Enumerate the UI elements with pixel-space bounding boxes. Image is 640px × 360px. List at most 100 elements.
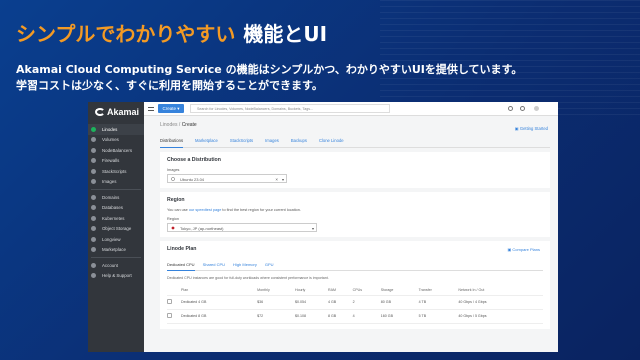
search-input[interactable]: Search for Linodes, Volumes, NodeBalance… [190,104,390,113]
column-header: Monthly [257,285,295,296]
sidebar-item-label: Domains [102,194,120,200]
image-icon [91,179,96,185]
table-cell: 4 TB [418,295,459,310]
sidebar-item-label: Linodes [102,126,118,132]
slide-description: Akamai Cloud Computing Service の機能はシンプルか… [16,62,616,94]
sidebar-item-domains[interactable]: Domains [88,192,144,203]
cloud-manager-screenshot: Create ▾ Search for Linodes, Volumes, No… [88,102,558,352]
sidebar-item-object-storage[interactable]: Object Storage [88,224,144,235]
domain-icon [91,194,96,200]
speedtest-link[interactable]: our speedtest page [189,208,222,212]
table-cell: $0.108 [294,309,328,324]
sidebar-item-label: NodeBalancers [102,147,133,153]
akamai-logo[interactable]: Akamai [88,102,144,124]
slide-title: シンプルでわかりやすい 機能とUI [16,18,327,47]
sidebar-item-label: Kubernetes [102,215,125,221]
stackscript-icon [91,168,96,174]
logo-text: Akamai [107,107,140,117]
avatar[interactable] [534,106,539,111]
nav-divider [91,257,141,258]
table-cell: 40 Gbps / 5 Gbps [458,309,543,324]
chevron-down-icon[interactable]: ▾ [282,177,284,182]
chevron-down-icon[interactable]: ▾ [312,226,314,231]
column-header: Plan [181,285,258,296]
plan-tabs: Dedicated CPU Shared CPU High Memory GPU [167,262,543,271]
table-cell: 40 Gbps / 4 Gbps [458,295,543,310]
slide-description-line-2: 学習コストは少なく、すぐに利用を開始することができます。 [16,79,323,92]
kubernetes-icon [91,215,96,221]
help-icon [91,273,96,279]
plan-table: Plan Monthly Hourly RAM CPUs Storage Transfer N… [167,285,543,324]
getting-started-link[interactable]: ▣ Getting Started [515,126,548,131]
compare-plans-label: Compare Plans [512,247,540,252]
table-cell: 160 GB [380,309,419,324]
sidebar-item-databases[interactable]: Databases [88,203,144,214]
plan-tab-high-memory[interactable]: High Memory [233,262,257,270]
plan-radio[interactable] [167,313,172,318]
sidebar-item-kubernetes[interactable]: Kubernetes [88,213,144,224]
sidebar-item-label: Images [102,179,117,185]
sidebar-item-marketplace[interactable]: Marketplace [88,245,144,256]
menu-icon[interactable] [148,107,154,111]
tab-distributions[interactable]: Distributions [160,138,184,148]
slide-description-line-1: Akamai Cloud Computing Service の機能はシンプルか… [16,63,523,76]
sidebar-item-firewalls[interactable]: Firewalls [88,156,144,167]
column-header: CPUs [352,285,381,296]
plan-heading: Linode Plan [167,246,197,252]
breadcrumb-parent[interactable]: Linodes [160,122,178,128]
sidebar-item-longview[interactable]: Longview [88,234,144,245]
clear-icon[interactable]: × [275,177,278,182]
storage-icon [91,226,96,232]
slide-title-rest: 機能とUI [243,22,328,46]
sidebar-item-nodebalancers[interactable]: NodeBalancers [88,145,144,156]
plan-tab-dedicated-cpu[interactable]: Dedicated CPU [167,262,195,271]
plan-tab-shared-cpu[interactable]: Shared CPU [203,262,225,270]
notification-icon[interactable] [520,106,525,111]
distribution-select[interactable]: Ubuntu 23.04 × ▾ [167,174,287,183]
table-cell: 4 GB [327,295,353,310]
table-cell: 5 TB [418,309,459,324]
akamai-swirl-icon [95,108,105,116]
sidebar-nav: Linodes Volumes NodeBalancers Firewalls Stac… [88,124,144,281]
sidebar-item-label: Help & Support [102,273,132,279]
region-panel: Region You can use our speedtest page to… [160,192,550,237]
plan-radio[interactable] [167,299,172,304]
ubuntu-icon [171,177,175,181]
table-cell: Dedicated 4 GB [181,295,258,310]
tab-marketplace[interactable]: Marketplace [195,138,218,147]
region-heading: Region [167,197,185,203]
plan-table-header: Plan Monthly Hourly RAM CPUs Storage Transfer N… [167,285,543,296]
help-icon[interactable] [508,106,513,111]
compare-plans-link[interactable]: ▣ Compare Plans [508,247,540,252]
table-cell: $72 [257,309,295,324]
column-header: Network In / Out [458,285,543,296]
sidebar-item-linodes[interactable]: Linodes [88,124,144,135]
tab-images[interactable]: Images [265,138,279,147]
tab-clone-linode[interactable]: Clone Linode [319,138,344,147]
plan-note: Dedicated CPU instances are good for ful… [167,276,329,280]
plan-tab-gpu[interactable]: GPU [265,262,274,270]
region-select[interactable]: Tokyo, JP (ap-northeast) ▾ [167,223,317,232]
sidebar-item-help-support[interactable]: Help & Support [88,271,144,282]
sidebar-item-account[interactable]: Account [88,260,144,271]
sidebar-item-volumes[interactable]: Volumes [88,135,144,146]
linode-icon [91,126,96,132]
japan-flag-icon [171,226,175,230]
table-cell: 80 GB [380,295,419,310]
table-cell: 4 [352,309,381,324]
create-tabs: Distributions Marketplace StackScripts Imag… [160,138,550,148]
tab-stackscripts[interactable]: StackScripts [230,138,253,147]
tab-backups[interactable]: Backups [291,138,307,147]
sidebar-item-label: Account [102,262,118,268]
sidebar-item-stackscripts[interactable]: StackScripts [88,166,144,177]
create-button[interactable]: Create ▾ [158,104,184,113]
plan-table-body: Dedicated 4 GB $36 $0.054 4 GB 2 80 GB 4 TB 40 … [167,295,543,324]
volume-icon [91,137,96,143]
breadcrumb: Linodes / Create [160,122,197,128]
distribution-value: Ubuntu 23.04 [180,177,205,182]
table-row[interactable]: Dedicated 8 GB $72 $0.108 8 GB 4 160 GB 5 TB 40… [167,309,543,324]
sidebar: Akamai Linodes Volumes NodeBalancers Firewa… [88,102,144,352]
table-row[interactable]: Dedicated 4 GB $36 $0.054 4 GB 2 80 GB 4 TB 40 … [167,295,543,310]
sidebar-item-images[interactable]: Images [88,177,144,188]
table-cell [167,295,181,310]
